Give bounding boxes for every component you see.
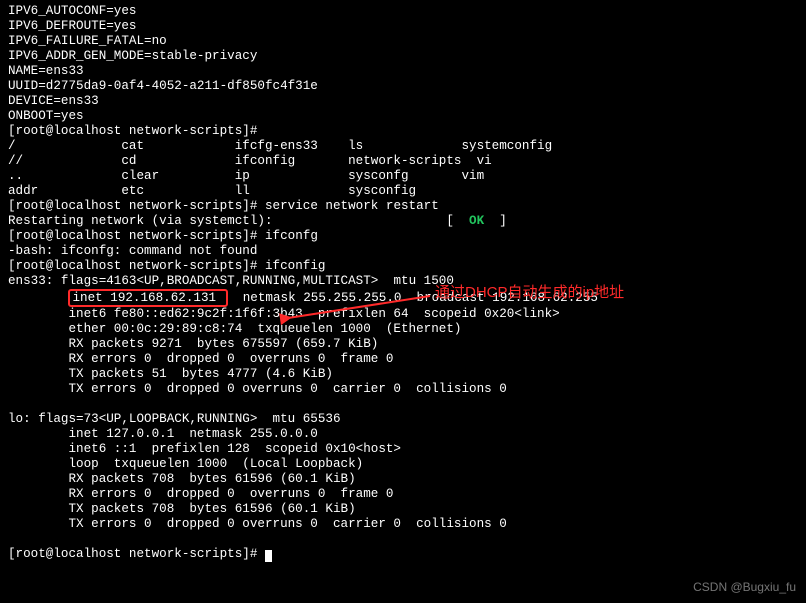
- blank-line: [8, 397, 798, 412]
- iface-lo-txp: TX packets 708 bytes 61596 (60.1 KiB): [8, 502, 798, 517]
- iface-lo-loop: loop txqueuelen 1000 (Local Loopback): [8, 457, 798, 472]
- command: ifconfg: [265, 229, 318, 243]
- iface-ens33-rxp: RX packets 9271 bytes 675597 (659.7 KiB): [8, 337, 798, 352]
- config-line: IPV6_DEFROUTE=yes: [8, 19, 798, 34]
- tab-completion-row: // cd ifconfig network-scripts vi: [8, 154, 798, 169]
- command: ifconfig: [265, 259, 325, 273]
- config-line: IPV6_AUTOCONF=yes: [8, 4, 798, 19]
- tab-completion-row: addr etc ll sysconfig: [8, 184, 798, 199]
- blank-line: [8, 532, 798, 547]
- watermark: CSDN @Bugxiu_fu: [693, 580, 796, 595]
- prompt-line: [root@localhost network-scripts]#: [8, 124, 798, 139]
- tab-completion-row: .. clear ip sysconfg vim: [8, 169, 798, 184]
- tab-completion-row: / cat ifcfg-ens33 ls systemconfig: [8, 139, 798, 154]
- iface-lo-inet: inet 127.0.0.1 netmask 255.0.0.0: [8, 427, 798, 442]
- iface-ens33-txp: TX packets 51 bytes 4777 (4.6 KiB): [8, 367, 798, 382]
- iface-ens33-inet: inet 192.168.62.131 netmask 255.255.255.…: [8, 289, 798, 307]
- cursor: [265, 550, 272, 562]
- iface-ens33-rxe: RX errors 0 dropped 0 overruns 0 frame 0: [8, 352, 798, 367]
- config-line: IPV6_FAILURE_FATAL=no: [8, 34, 798, 49]
- iface-lo-rxe: RX errors 0 dropped 0 overruns 0 frame 0: [8, 487, 798, 502]
- iface-ens33-inet6: inet6 fe80::ed62:9c2f:1f6f:3b43 prefixle…: [8, 307, 798, 322]
- config-line: DEVICE=ens33: [8, 94, 798, 109]
- status-ok: OK: [469, 214, 484, 228]
- config-line: NAME=ens33: [8, 64, 798, 79]
- restart-status-line: Restarting network (via systemctl): [ OK…: [8, 214, 798, 229]
- config-line: UUID=d2775da9-0af4-4052-a211-df850fc4f31…: [8, 79, 798, 94]
- iface-lo-rxp: RX packets 708 bytes 61596 (60.1 KiB): [8, 472, 798, 487]
- iface-ens33-ether: ether 00:0c:29:89:c8:74 txqueuelen 1000 …: [8, 322, 798, 337]
- highlighted-ip: inet 192.168.62.131: [68, 289, 227, 307]
- iface-ens33-txe: TX errors 0 dropped 0 overruns 0 carrier…: [8, 382, 798, 397]
- iface-lo-inet6: inet6 ::1 prefixlen 128 scopeid 0x10<hos…: [8, 442, 798, 457]
- prompt-line: [root@localhost network-scripts]# ifconf…: [8, 259, 798, 274]
- prompt-line: [root@localhost network-scripts]# servic…: [8, 199, 798, 214]
- config-line: ONBOOT=yes: [8, 109, 798, 124]
- iface-ens33-header: ens33: flags=4163<UP,BROADCAST,RUNNING,M…: [8, 274, 798, 289]
- prompt-line-current[interactable]: [root@localhost network-scripts]#: [8, 547, 798, 562]
- iface-lo-txe: TX errors 0 dropped 0 overruns 0 carrier…: [8, 517, 798, 532]
- annotation-label: 通过DHCP自动生成的ip地址: [435, 285, 624, 300]
- prompt-line: [root@localhost network-scripts]# ifconf…: [8, 229, 798, 244]
- terminal[interactable]: IPV6_AUTOCONF=yes IPV6_DEFROUTE=yes IPV6…: [0, 0, 806, 603]
- config-line: IPV6_ADDR_GEN_MODE=stable-privacy: [8, 49, 798, 64]
- bash-error: -bash: ifconfg: command not found: [8, 244, 798, 259]
- iface-lo-header: lo: flags=73<UP,LOOPBACK,RUNNING> mtu 65…: [8, 412, 798, 427]
- command: service network restart: [265, 199, 439, 213]
